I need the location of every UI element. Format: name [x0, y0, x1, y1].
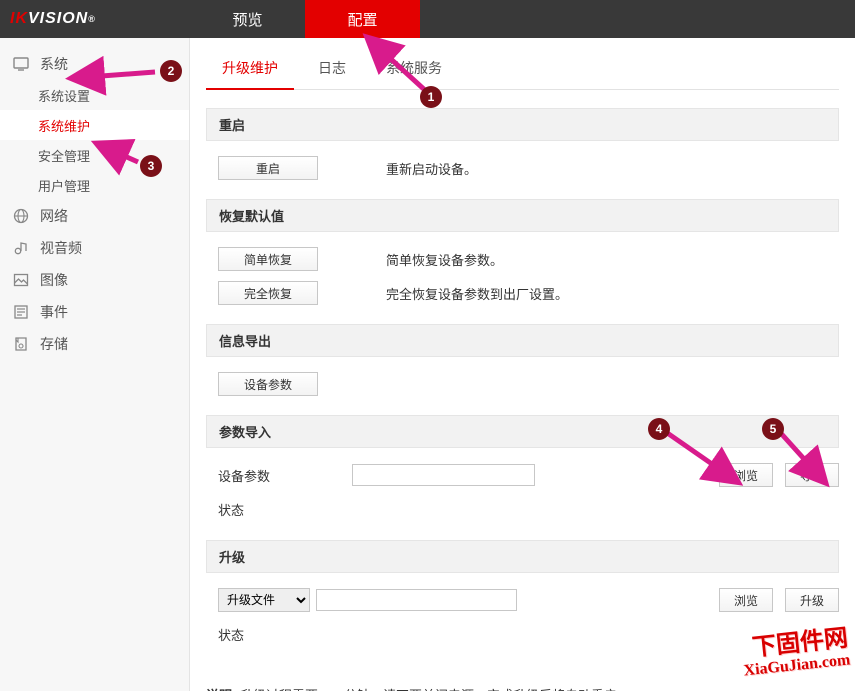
- sidebar-item-label: 视音频: [40, 238, 82, 258]
- upgrade-note: 说明: 升级过程需要1-10分钟，请不要关闭电源，完成升级后将自动重启。: [206, 685, 839, 691]
- upgrade-status-label: 状态: [206, 625, 346, 644]
- av-icon: [12, 239, 30, 257]
- sidebar-sub-system-settings[interactable]: 系统设置: [0, 80, 189, 110]
- section-restart-title: 重启: [206, 108, 839, 140]
- section-restore-title: 恢复默认值: [206, 199, 839, 231]
- sidebar: 系统 系统设置 系统维护 安全管理 用户管理 网络 视音频 图像: [0, 38, 190, 691]
- sidebar-item-label: 存储: [40, 334, 68, 354]
- logo-prefix: IK: [10, 10, 28, 28]
- sidebar-item-storage[interactable]: 存储: [0, 328, 189, 360]
- logo-reg: ®: [88, 14, 96, 24]
- logo: IKVISION®: [0, 0, 190, 38]
- header: IKVISION® 预览 配置: [0, 0, 855, 38]
- sidebar-item-av[interactable]: 视音频: [0, 232, 189, 264]
- full-restore-desc: 完全恢复设备参数到出厂设置。: [386, 284, 568, 303]
- full-restore-button[interactable]: 完全恢复: [218, 281, 318, 305]
- body: 系统 系统设置 系统维护 安全管理 用户管理 网络 视音频 图像: [0, 38, 855, 691]
- sidebar-item-label: 图像: [40, 270, 68, 290]
- sidebar-item-network[interactable]: 网络: [0, 200, 189, 232]
- upgrade-path-input[interactable]: [316, 589, 517, 611]
- sidebar-item-system[interactable]: 系统: [0, 48, 189, 80]
- section-export-title: 信息导出: [206, 324, 839, 356]
- tab-maint[interactable]: 升级维护: [206, 50, 294, 90]
- sidebar-item-label: 系统: [40, 54, 68, 74]
- sidebar-item-label: 网络: [40, 206, 68, 226]
- import-browse-button[interactable]: 浏览: [719, 463, 773, 487]
- sidebar-sub-security[interactable]: 安全管理: [0, 140, 189, 170]
- restart-button[interactable]: 重启: [218, 156, 318, 180]
- tabs: 升级维护 日志 系统服务: [206, 50, 839, 90]
- sidebar-sub-system-maint[interactable]: 系统维护: [0, 110, 189, 140]
- tab-service[interactable]: 系统服务: [370, 50, 458, 89]
- upgrade-browse-button[interactable]: 浏览: [719, 588, 773, 612]
- section-import-title: 参数导入: [206, 415, 839, 447]
- tab-log[interactable]: 日志: [302, 50, 362, 89]
- system-icon: [12, 55, 30, 73]
- event-icon: [12, 303, 30, 321]
- logo-suffix: VISION: [28, 10, 88, 28]
- import-label: 设备参数: [206, 466, 346, 485]
- image-icon: [12, 271, 30, 289]
- import-status-label: 状态: [206, 500, 346, 519]
- upgrade-button[interactable]: 升级: [785, 588, 839, 612]
- sidebar-item-event[interactable]: 事件: [0, 296, 189, 328]
- restart-desc: 重新启动设备。: [386, 159, 477, 178]
- simple-restore-button[interactable]: 简单恢复: [218, 247, 318, 271]
- export-params-button[interactable]: 设备参数: [218, 372, 318, 396]
- sidebar-sub-user[interactable]: 用户管理: [0, 170, 189, 200]
- section-upgrade-title: 升级: [206, 540, 839, 572]
- import-button[interactable]: 导入: [785, 463, 839, 487]
- topnav-preview[interactable]: 预览: [190, 0, 305, 38]
- main-content: 升级维护 日志 系统服务 重启 重启 重新启动设备。 恢复默认值 简单恢复 简单…: [190, 38, 855, 691]
- topnav-config[interactable]: 配置: [305, 0, 420, 38]
- top-nav: 预览 配置: [190, 0, 420, 38]
- globe-icon: [12, 207, 30, 225]
- sidebar-item-label: 事件: [40, 302, 68, 322]
- storage-icon: [12, 335, 30, 353]
- sidebar-item-image[interactable]: 图像: [0, 264, 189, 296]
- simple-restore-desc: 简单恢复设备参数。: [386, 250, 503, 269]
- import-path-input[interactable]: [352, 464, 535, 486]
- upgrade-type-select[interactable]: 升级文件: [218, 588, 310, 612]
